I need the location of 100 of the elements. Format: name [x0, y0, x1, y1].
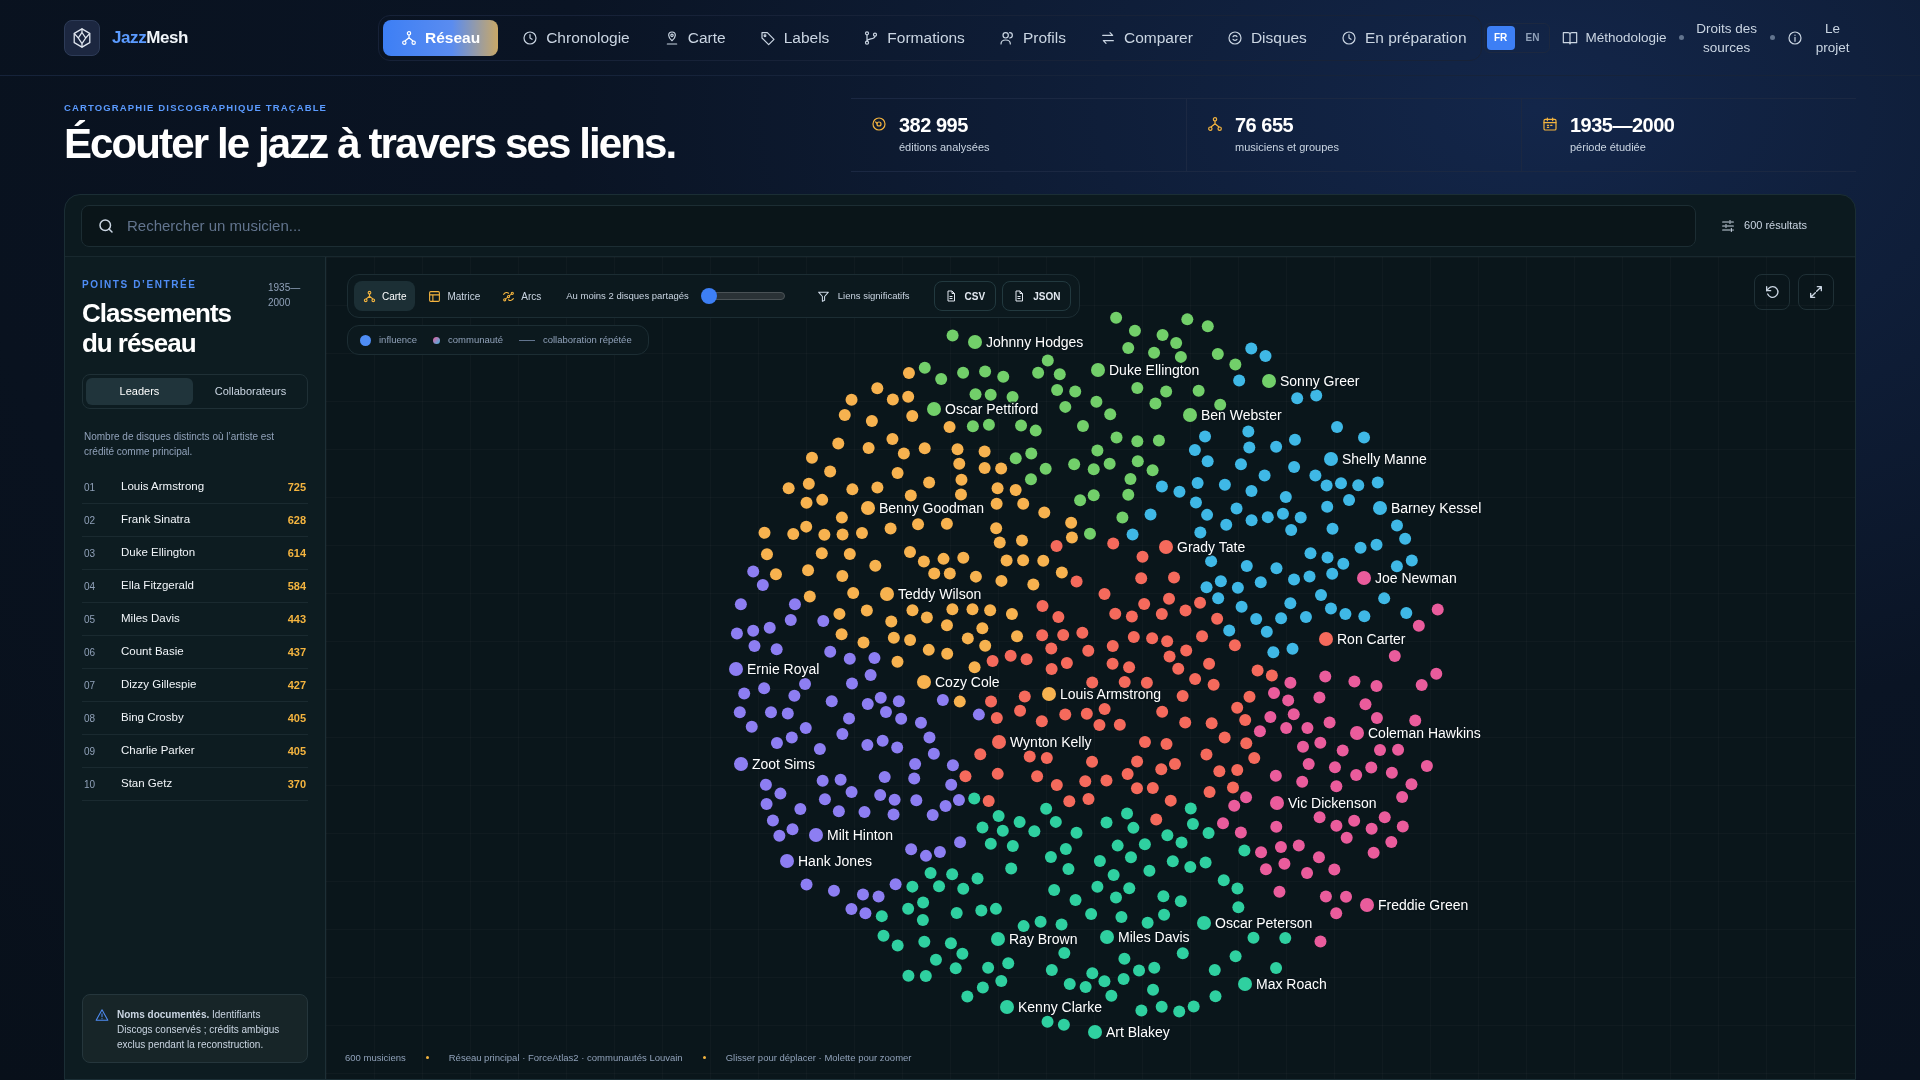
node-label: Ernie Royal — [747, 661, 820, 677]
description-text: Nombre de disques distincts où l’artiste est crédité comme principal. — [83, 430, 276, 459]
stat-label: musiciens et groupes — [1235, 140, 1339, 155]
footer-text: Réseau principal · ForceAtlas2 · communautés Louvain — [448, 1050, 683, 1065]
significant-links-filter[interactable]: Liens significatifs — [816, 288, 910, 304]
node-label: Ron Carter — [1337, 631, 1406, 647]
artist-name[interactable]: Frank Sinatra — [121, 511, 288, 529]
node-label: Joe Newman — [1375, 570, 1457, 586]
node-label: Johnny Hodges — [986, 334, 1084, 350]
nav-link[interactable]: Le projet — [1810, 18, 1855, 57]
node-label: Grady Tate — [1177, 539, 1246, 555]
record-count: 437 — [287, 644, 306, 660]
view-tab[interactable]: Carte — [354, 281, 416, 311]
record-count: 725 — [287, 479, 306, 495]
artist-name[interactable]: Stan Getz — [121, 775, 288, 793]
node-label: Teddy Wilson — [898, 586, 982, 602]
nav-tab[interactable]: Chronologie — [512, 19, 640, 56]
rank-number: 06 — [84, 645, 97, 660]
ranking-tab[interactable]: Collaborateurs — [197, 378, 304, 405]
footer-text: 600 musiciens — [345, 1050, 406, 1065]
node-label: Sonny Greer — [1280, 373, 1360, 389]
stat-value: 1935—2000 — [1570, 113, 1675, 138]
artist-name[interactable]: Miles Davis — [121, 610, 288, 628]
artist-name[interactable]: Dizzy Gillespie — [121, 676, 288, 694]
nav-tab[interactable]: Profils — [988, 19, 1076, 56]
node-label: Cozy Cole — [935, 674, 1000, 690]
node-label: Milt Hinton — [827, 827, 894, 843]
artist-name[interactable]: Count Basie — [121, 643, 288, 661]
footer-text: Glisser pour déplacer · Molette pour zoomer — [725, 1050, 912, 1065]
nav-tab[interactable]: Comparer — [1089, 19, 1203, 56]
artist-name[interactable]: Duke Ellington — [121, 544, 288, 562]
record-count: 614 — [287, 545, 306, 561]
node-label: Barney Kessel — [1391, 500, 1482, 516]
ranking-tab[interactable]: Leaders — [86, 378, 193, 405]
node-label: Ben Webster — [1201, 407, 1282, 423]
stat-value: 76 655 — [1235, 113, 1295, 138]
view-tab[interactable]: Arcs — [493, 281, 551, 311]
node-label: Miles Davis — [1118, 929, 1190, 945]
record-count: 427 — [287, 677, 306, 693]
record-count: 405 — [287, 743, 306, 759]
rank-number: 01 — [84, 480, 97, 495]
artist-name[interactable]: Louis Armstrong — [121, 478, 288, 496]
notice-text: Noms documentés. Identifiants Discogs conservés ; crédits ambigus exclus pendant la reconstruction. — [117, 1008, 281, 1052]
node-label: Coleman Hawkins — [1368, 725, 1481, 741]
rank-number: 10 — [84, 777, 97, 792]
node-label: Shelly Manne — [1342, 451, 1427, 467]
node-label: Oscar Peterson — [1215, 915, 1313, 931]
view-tab[interactable]: Matrice — [419, 281, 490, 311]
rank-number: 03 — [84, 546, 97, 561]
artist-name[interactable]: Bing Crosby — [121, 709, 288, 727]
node-label: Vic Dickenson — [1288, 795, 1377, 811]
results-count: 600 résultats — [1744, 218, 1807, 234]
stat-label: éditions analysées — [899, 140, 990, 155]
brand-name[interactable]: JazzMesh — [112, 24, 188, 51]
stat-label: période étudiée — [1570, 140, 1647, 155]
period-label: 1935—2000 — [268, 281, 302, 310]
rank-number: 09 — [84, 744, 97, 759]
search-field[interactable]: Rechercher un musicien... — [81, 204, 1696, 247]
nav-link[interactable]: Droits des sources — [1695, 18, 1758, 57]
node-label: Ray Brown — [1009, 931, 1078, 947]
rank-number: 04 — [84, 579, 97, 594]
export-button[interactable]: CSV — [933, 281, 997, 311]
nav-tab[interactable]: Formations — [853, 19, 975, 56]
rank-number: 05 — [84, 612, 97, 627]
nav-tab[interactable]: Disques — [1216, 19, 1317, 56]
rank-number: 07 — [84, 678, 97, 693]
page-title: Écouter le jazz à travers ses liens. — [64, 119, 677, 170]
stat-value: 382 995 — [899, 113, 969, 138]
node-label: Duke Ellington — [1109, 362, 1200, 378]
node-label: Oscar Pettiford — [945, 401, 1039, 417]
rank-number: 02 — [84, 513, 97, 528]
node-label: Kenny Clarke — [1018, 999, 1103, 1015]
node-label: Hank Jones — [798, 853, 872, 869]
node-label: Benny Goodman — [879, 500, 985, 516]
nav-tab[interactable]: En préparation — [1330, 19, 1477, 56]
node-label: Max Roach — [1256, 976, 1327, 992]
export-button[interactable]: JSON — [1002, 281, 1072, 311]
eyebrow-text: CARTOGRAPHIE DISCOGRAPHIQUE TRAÇABLE — [64, 100, 329, 115]
section-title: Classements du réseau — [82, 298, 232, 358]
artist-name[interactable]: Charlie Parker — [121, 742, 288, 760]
legend-label: communauté — [448, 332, 503, 347]
legend-label: influence — [379, 332, 418, 347]
nav-tab[interactable]: Labels — [749, 19, 840, 56]
language-button[interactable]: FR — [1486, 25, 1515, 50]
node-label: Louis Armstrong — [1060, 686, 1162, 702]
record-count: 628 — [287, 512, 306, 528]
node-label: Wynton Kelly — [1010, 734, 1092, 750]
section-eyebrow: POINTS D’ENTRÉE — [82, 277, 198, 292]
record-count: 584 — [287, 578, 306, 594]
artist-name[interactable]: Ella Fitzgerald — [121, 577, 288, 595]
node-label: Freddie Green — [1378, 897, 1469, 913]
rank-number: 08 — [84, 711, 97, 726]
language-button[interactable]: EN — [1518, 25, 1547, 50]
node-label: Zoot Sims — [752, 756, 815, 772]
record-count: 370 — [287, 776, 306, 792]
record-count: 443 — [287, 611, 306, 627]
record-count: 405 — [287, 710, 306, 726]
nav-link[interactable]: Méthodologie — [1585, 28, 1667, 47]
node-label: Art Blakey — [1106, 1024, 1170, 1040]
nav-tab[interactable]: Carte — [653, 19, 736, 56]
